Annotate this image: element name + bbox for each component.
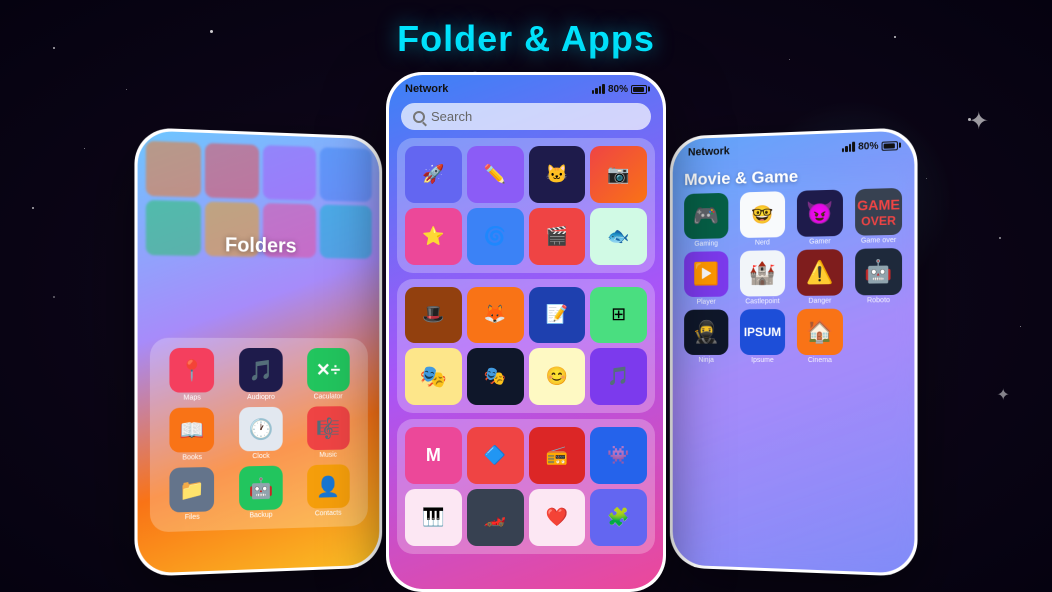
list-item: 🦊 — [467, 287, 524, 344]
center-section-3: M 🔷 📻 👾 🎹 🏎️ ❤️ 🧩 — [397, 419, 655, 554]
center-section-2: 🎩 🦊 📝 ⊞ 🎭 🎭 😊 🎵 — [397, 279, 655, 414]
phone-left: Folders 📍 Maps 🎵 Audiopro ✕÷ Caculator — [134, 127, 382, 577]
center-status-bar: Network 80% — [389, 75, 663, 99]
signal-bar-3 — [599, 86, 602, 94]
list-item: 🤖 Roboto — [851, 248, 906, 305]
list-item: 🕐 Clock — [230, 407, 292, 461]
list-item: ⚠️ Danger — [793, 249, 847, 305]
list-item: 🤖 Backup — [230, 465, 292, 520]
right-battery-icon — [882, 141, 898, 151]
signal-bar-3 — [849, 144, 852, 152]
list-item: 🚀 — [405, 146, 462, 203]
center-battery-text: 80% — [608, 84, 628, 95]
signal-bar-4 — [602, 84, 605, 94]
list-item: 🏎️ — [467, 489, 524, 546]
right-network-label: Network — [688, 145, 730, 158]
list-item: 📷 — [590, 146, 647, 203]
search-placeholder: Search — [431, 109, 472, 124]
list-item: IPSUM Ipsume — [736, 309, 789, 364]
list-item: ✏️ — [467, 146, 524, 203]
list-item: 👾 — [590, 427, 647, 484]
list-item: 👤 Contacts — [298, 464, 359, 518]
list-item: 📖 Books — [160, 407, 224, 462]
list-item: 🌀 — [467, 208, 524, 265]
list-item: ▶️ Player — [680, 251, 732, 306]
list-item: 🎹 — [405, 489, 462, 546]
folder-grid: 📍 Maps 🎵 Audiopro ✕÷ Caculator 📖 Books — [160, 348, 358, 522]
folder-card: 📍 Maps 🎵 Audiopro ✕÷ Caculator 📖 Books — [150, 338, 368, 533]
list-item: 😈 Gamer — [793, 189, 847, 246]
list-item: ❤️ — [529, 489, 586, 546]
center-network-label: Network — [405, 83, 448, 95]
list-item: GAME OVER Game over — [851, 188, 906, 245]
list-item: ⭐ — [405, 208, 462, 265]
center-search-bar[interactable]: Search — [401, 103, 651, 130]
phone-left-screen: Folders 📍 Maps 🎵 Audiopro ✕÷ Caculator — [138, 130, 380, 573]
list-item: 🎭 — [467, 348, 524, 405]
list-item: 📍 Maps — [160, 348, 224, 402]
right-row-3: 🥷 Ninja IPSUM Ipsume 🏠 Cinema — [673, 308, 915, 364]
list-item: 🐱 — [529, 146, 586, 203]
folders-label: Folders — [138, 232, 380, 259]
list-item: 🤓 Nerd — [736, 191, 789, 247]
signal-bar-2 — [595, 88, 598, 94]
right-row-1: 🎮 Gaming 🤓 Nerd 😈 Gamer GAME O — [673, 188, 915, 249]
search-icon — [413, 111, 425, 123]
center-section-1: 🚀 ✏️ 🐱 📷 ⭐ 🌀 🎬 🐟 — [397, 138, 655, 273]
list-item: 🧩 — [590, 489, 647, 546]
signal-bar-4 — [853, 142, 856, 152]
list-item: 📝 — [529, 287, 586, 344]
list-item: 🥷 Ninja — [680, 309, 732, 363]
list-item: 🎮 Gaming — [680, 193, 732, 248]
right-status-right: 80% — [842, 140, 898, 153]
list-item: ✕÷ Caculator — [298, 348, 359, 401]
list-item: 🎭 — [405, 348, 462, 405]
list-item: 🔷 — [467, 427, 524, 484]
phone-right: Network 80% Movie & Game — [670, 127, 918, 577]
phones-container: Folders 📍 Maps 🎵 Audiopro ✕÷ Caculator — [0, 70, 1052, 592]
list-item: ⊞ — [590, 287, 647, 344]
list-item: 🐟 — [590, 208, 647, 265]
list-item: 🎵 Audiopro — [230, 348, 292, 401]
list-item: 📁 Files — [160, 467, 224, 522]
right-signal-bars — [842, 142, 855, 153]
battery-icon — [631, 85, 647, 94]
phone-right-screen: Network 80% Movie & Game — [673, 130, 915, 573]
list-item: 🎬 — [529, 208, 586, 265]
list-item: 🎵 — [590, 348, 647, 405]
right-row-2: ▶️ Player 🏰 Castlepoint ⚠️ Danger 🤖 Robo… — [673, 248, 915, 306]
list-item: 🎼 Music — [298, 406, 359, 459]
signal-bar-2 — [845, 146, 848, 152]
signal-bar-1 — [842, 148, 845, 152]
signal-bar-1 — [592, 90, 595, 94]
list-item: 📻 — [529, 427, 586, 484]
list-item: 🏰 Castlepoint — [736, 250, 789, 305]
phone-center-screen: Network 80% Search — [389, 75, 663, 589]
center-section-3-grid: M 🔷 📻 👾 🎹 🏎️ ❤️ 🧩 — [405, 427, 647, 546]
list-item: 😊 — [529, 348, 586, 405]
page-title: Folder & Apps — [397, 18, 655, 60]
list-item: 🎩 — [405, 287, 462, 344]
center-status-right: 80% — [592, 84, 647, 95]
signal-bars — [592, 84, 605, 94]
phone-center: Network 80% Search — [386, 72, 666, 592]
list-item — [851, 308, 906, 364]
list-item: 🏠 Cinema — [793, 309, 847, 365]
right-battery-text: 80% — [858, 140, 878, 152]
center-section-1-grid: 🚀 ✏️ 🐱 📷 ⭐ 🌀 🎬 🐟 — [405, 146, 647, 265]
center-section-2-grid: 🎩 🦊 📝 ⊞ 🎭 🎭 😊 🎵 — [405, 287, 647, 406]
list-item: M — [405, 427, 462, 484]
